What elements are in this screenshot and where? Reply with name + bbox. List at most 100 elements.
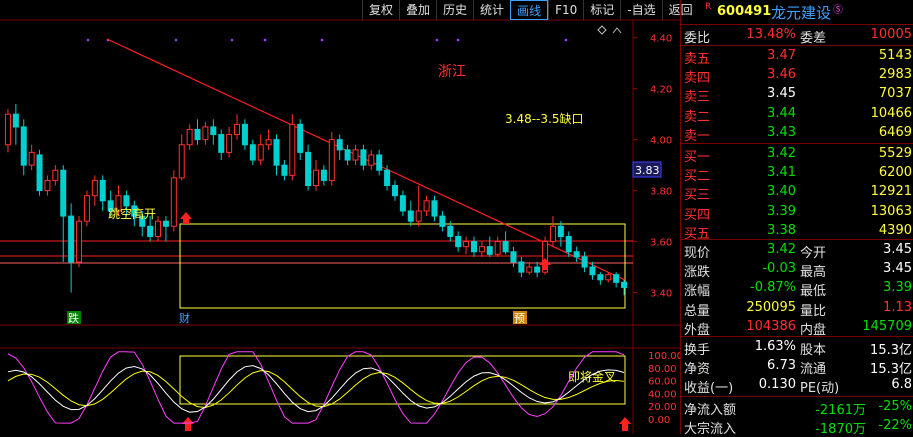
candle[interactable]	[478, 246, 485, 253]
candle[interactable]	[257, 144, 264, 161]
candle[interactable]	[407, 210, 414, 222]
toolbar-diejia[interactable]: 叠加	[399, 0, 436, 20]
toolbar-fuquan[interactable]: 复权	[362, 0, 399, 20]
toolbar-biaoji[interactable]: 标记	[583, 0, 620, 20]
candle[interactable]	[76, 220, 83, 263]
candle[interactable]	[589, 266, 596, 276]
candle[interactable]	[423, 200, 430, 212]
candle[interactable]	[352, 149, 359, 161]
bid-label: 买二	[684, 169, 711, 185]
candle[interactable]	[36, 154, 43, 192]
toolbar-lishi[interactable]: 历史	[436, 0, 473, 20]
candle[interactable]	[597, 274, 604, 281]
candle[interactable]	[297, 123, 304, 153]
candle[interactable]	[376, 154, 383, 171]
candle[interactable]	[384, 169, 391, 187]
candle[interactable]	[68, 215, 75, 263]
candle[interactable]	[313, 169, 319, 187]
candle[interactable]	[534, 266, 541, 273]
quote-row: 买二 3.41 6200	[681, 164, 913, 185]
chevron-up-icon[interactable]	[612, 27, 622, 34]
stock-name[interactable]: 龙元建设	[771, 2, 831, 23]
candle[interactable]	[281, 164, 288, 176]
bid-price: 3.41	[767, 165, 796, 181]
quote-row: 换手 1.63% 股本 15.3亿	[681, 338, 913, 358]
candle[interactable]	[565, 235, 572, 253]
quote-row: 卖四 3.46 2983	[681, 66, 913, 86]
candle[interactable]	[52, 169, 59, 181]
bid-price: 3.38	[767, 222, 796, 238]
candle[interactable]	[360, 149, 367, 166]
candle[interactable]	[162, 220, 169, 227]
candle[interactable]	[336, 139, 343, 151]
candle[interactable]	[494, 241, 501, 255]
ask-label: 卖二	[684, 109, 711, 125]
candle[interactable]	[439, 215, 446, 227]
candle[interactable]	[273, 139, 280, 166]
candle[interactable]	[526, 266, 533, 273]
candle[interactable]	[226, 134, 233, 153]
kline-chart[interactable]: 4.40 4.20 4.00 3.80 3.60 3.40 3.83 浙江 3.48--3…	[0, 0, 680, 434]
candle[interactable]	[613, 274, 620, 283]
candle[interactable]	[455, 235, 462, 248]
candle[interactable]	[581, 256, 588, 268]
candle[interactable]	[265, 139, 272, 146]
candle[interactable]	[91, 179, 98, 197]
candle[interactable]	[234, 123, 241, 136]
candle[interactable]	[320, 169, 327, 181]
candle[interactable]	[44, 179, 51, 192]
candle[interactable]	[605, 274, 612, 281]
candle[interactable]	[194, 128, 201, 141]
candle[interactable]	[344, 149, 351, 161]
candle[interactable]	[20, 126, 27, 166]
stat-value: 15.3亿	[870, 343, 912, 358]
candle[interactable]	[186, 128, 193, 146]
candle[interactable]	[486, 246, 493, 255]
candle[interactable]	[210, 126, 217, 136]
candle[interactable]	[28, 151, 35, 166]
candle[interactable]	[249, 144, 256, 161]
candle[interactable]	[60, 169, 67, 217]
candle[interactable]	[241, 123, 248, 146]
candle[interactable]	[305, 151, 312, 187]
toolbar-tongji[interactable]: 统计	[473, 0, 510, 20]
candle[interactable]	[518, 261, 525, 273]
candle[interactable]	[328, 139, 335, 181]
candle[interactable]	[202, 126, 209, 141]
candle[interactable]	[368, 154, 375, 166]
candle[interactable]	[502, 241, 509, 253]
candle[interactable]	[123, 195, 130, 207]
candle[interactable]	[399, 195, 406, 212]
stat-label: PE(动)	[800, 381, 840, 397]
candle[interactable]	[463, 241, 470, 248]
toolbar-zixuan[interactable]: -自选	[620, 0, 661, 20]
candle[interactable]	[155, 220, 162, 237]
candle[interactable]	[12, 113, 19, 128]
candle[interactable]	[431, 200, 438, 217]
candle[interactable]	[415, 210, 422, 222]
candle[interactable]	[218, 134, 225, 153]
toolbar-f10[interactable]: F10	[548, 0, 583, 20]
marker-forecast[interactable]: 预	[514, 312, 525, 325]
candle[interactable]	[289, 123, 296, 176]
candle[interactable]	[147, 225, 154, 237]
toolbar-huaxian[interactable]: 画线	[510, 0, 549, 20]
candle[interactable]	[621, 281, 628, 288]
candle[interactable]	[391, 185, 398, 197]
quote-row: 收益(一) 0.130 PE(动) 6.8	[681, 376, 913, 397]
candle[interactable]	[573, 251, 580, 258]
candle[interactable]	[83, 195, 90, 222]
candle[interactable]	[557, 225, 564, 237]
candle[interactable]	[510, 251, 517, 263]
candle[interactable]	[99, 179, 106, 202]
candle[interactable]	[4, 113, 11, 146]
marker-fall[interactable]: 跌	[68, 311, 79, 325]
candle[interactable]	[170, 177, 177, 227]
candle[interactable]	[470, 241, 477, 253]
osc-tick: 0.00	[648, 415, 670, 426]
candle[interactable]	[447, 225, 454, 237]
candle[interactable]	[178, 144, 185, 179]
marker-finance[interactable]: 财	[179, 311, 190, 325]
diamond-icon[interactable]	[597, 25, 607, 35]
candle[interactable]	[549, 225, 556, 243]
